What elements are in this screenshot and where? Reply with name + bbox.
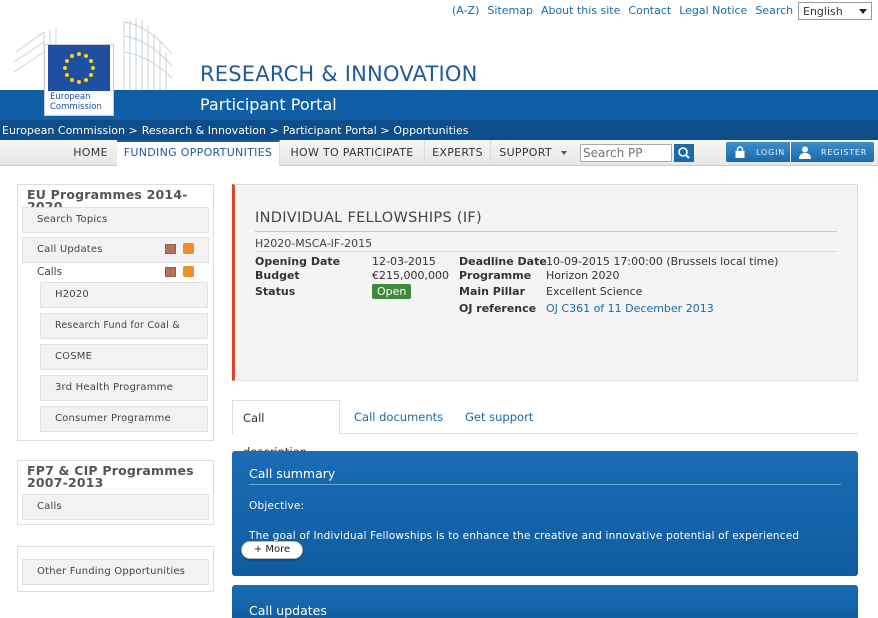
sidebar-item-coal-steel[interactable]: Research Fund for Coal & Steel — [40, 313, 208, 355]
call-updates-link[interactable]: Call Updates — [22, 237, 209, 263]
deadline-date-value: 10-09-2015 17:00:00 (Brussels local time… — [546, 255, 779, 268]
tab-divider — [340, 433, 858, 434]
sidebar-item-h2020[interactable]: H2020 — [40, 282, 208, 308]
search-topics-link[interactable]: Search Topics — [22, 207, 209, 233]
divider — [249, 484, 841, 485]
breadcrumb-opportunities[interactable]: Opportunities — [393, 124, 468, 137]
legal-notice-link[interactable]: Legal Notice — [679, 4, 747, 17]
nav-funding-opportunities[interactable]: FUNDING OPPORTUNITIES — [117, 140, 280, 166]
search-input[interactable] — [580, 144, 672, 162]
login-button[interactable]: LOGIN — [726, 142, 790, 162]
search-link[interactable]: Search — [755, 4, 793, 17]
eu-commission-logo[interactable]: European Commission — [44, 44, 114, 116]
eu-programmes-box: EU Programmes 2014-2020 Search Topics Ca… — [17, 184, 214, 441]
breadcrumb-rni[interactable]: Research & Innovation > — [142, 124, 279, 137]
main-pillar-value: Excellent Science — [546, 285, 643, 298]
page-title: RESEARCH & INNOVATION — [200, 62, 478, 86]
register-button[interactable]: REGISTER — [791, 142, 874, 162]
budget-value: €215,000,000 — [372, 269, 449, 282]
call-header-card: INDIVIDUAL FELLOWSHIPS (IF) H2020-MSCA-I… — [232, 184, 858, 381]
tab-call-description[interactable]: Call description — [232, 400, 340, 459]
breadcrumb: European Commission > Research & Innovat… — [0, 120, 878, 140]
rss-icon[interactable] — [183, 243, 194, 254]
call-title: INDIVIDUAL FELLOWSHIPS (IF) — [255, 210, 483, 226]
oj-reference-label: OJ reference — [459, 302, 537, 315]
about-link[interactable]: About this site — [541, 4, 620, 17]
programme-value: Horizon 2020 — [546, 269, 620, 282]
contact-link[interactable]: Contact — [628, 4, 671, 17]
oj-reference-link[interactable]: OJ C361 of 11 December 2013 — [546, 302, 714, 315]
calendar-icon[interactable] — [165, 244, 176, 254]
logo-text: European Commission — [50, 92, 102, 112]
chevron-down-icon — [859, 8, 867, 14]
sidebar-item-health[interactable]: 3rd Health Programme — [40, 375, 208, 401]
budget-label: Budget — [255, 269, 300, 282]
call-summary-panel: Call summary Objective: The goal of Indi… — [232, 451, 858, 576]
portal-title: Participant Portal — [200, 95, 337, 114]
summary-text: The goal of Individual Fellowships is to… — [249, 530, 800, 542]
search-icon — [678, 147, 690, 159]
objective-label: Objective: — [249, 500, 305, 512]
tab-call-documents[interactable]: Call documents — [344, 400, 453, 434]
divider — [255, 251, 837, 252]
user-icon — [799, 146, 811, 159]
nav-experts[interactable]: EXPERTS — [425, 140, 491, 166]
other-funding-box: Other Funding Opportunities — [17, 546, 214, 592]
tab-get-support[interactable]: Get support — [455, 400, 543, 434]
eu-flag-icon — [48, 45, 110, 91]
fp7-calls-link[interactable]: Calls — [22, 494, 209, 520]
opening-date-value: 12-03-2015 — [372, 255, 436, 268]
nav-home[interactable]: HOME — [64, 140, 118, 166]
language-select[interactable]: English — [798, 2, 872, 20]
calls-link[interactable]: Calls — [37, 266, 62, 278]
az-link[interactable]: (A-Z) — [452, 4, 479, 17]
status-badge: Open — [372, 284, 412, 299]
call-updates-panel: Call updates — [232, 585, 858, 618]
call-identifier: H2020-MSCA-IF-2015 — [255, 237, 373, 250]
nav-how-to-participate[interactable]: HOW TO PARTICIPATE — [280, 140, 425, 166]
opening-date-label: Opening Date — [255, 255, 341, 268]
main-pillar-label: Main Pillar — [459, 285, 526, 298]
header-bar — [0, 90, 878, 120]
lock-icon — [735, 146, 745, 158]
breadcrumb-ec[interactable]: European Commission > — [2, 124, 138, 137]
rss-icon[interactable] — [183, 266, 194, 277]
utility-links: (A-Z) Sitemap About this site Contact Le… — [452, 4, 793, 17]
breadcrumb-pp[interactable]: Participant Portal > — [283, 124, 390, 137]
sitemap-link[interactable]: Sitemap — [487, 4, 533, 17]
search-button[interactable] — [674, 144, 694, 162]
language-value: English — [803, 4, 843, 18]
fp7-cip-box: FP7 & CIP Programmes 2007-2013 Calls — [17, 460, 214, 525]
status-label: Status — [255, 285, 296, 298]
divider — [255, 231, 837, 232]
sidebar-item-consumer[interactable]: Consumer Programme — [40, 406, 208, 432]
call-updates-title: Call updates — [249, 603, 327, 618]
sidebar-item-cosme[interactable]: COSME — [40, 344, 208, 370]
deadline-date-label: Deadline Date — [459, 255, 547, 268]
chevron-down-icon — [560, 151, 567, 155]
call-summary-title: Call summary — [249, 466, 336, 481]
programme-label: Programme — [459, 269, 532, 282]
nav-support[interactable]: SUPPORT — [491, 140, 575, 166]
more-button[interactable]: + More — [241, 541, 303, 559]
fp7-cip-title: FP7 & CIP Programmes 2007-2013 — [27, 463, 194, 490]
calendar-icon[interactable] — [165, 267, 176, 277]
other-funding-link[interactable]: Other Funding Opportunities — [22, 559, 209, 585]
